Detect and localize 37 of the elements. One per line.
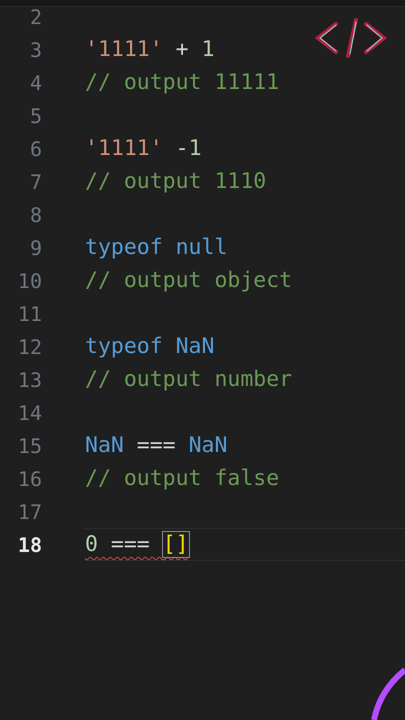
line-number: 17	[16, 500, 42, 524]
line-number: 14	[16, 400, 42, 424]
line-number: 10	[16, 268, 42, 292]
code-keyword: NaN	[85, 433, 124, 458]
code-operator: +	[174, 37, 190, 62]
code-comment: // output object	[85, 268, 292, 293]
code-keyword: typeof NaN	[85, 334, 214, 359]
line-number: 11	[16, 302, 42, 326]
code-keyword: NaN	[188, 433, 228, 458]
code-comment: // output false	[85, 466, 280, 491]
code-operator: ===	[110, 532, 151, 557]
bracket-pair: []	[162, 532, 189, 557]
number-literal: 1	[188, 136, 202, 161]
string-literal: '1111'	[85, 37, 163, 62]
line-number: 16	[16, 466, 42, 490]
line-number: 4	[28, 70, 42, 94]
line-number: 13	[16, 368, 42, 392]
code-keyword: typeof null	[85, 235, 228, 260]
string-literal: '1111'	[85, 136, 163, 161]
line-number: 2	[28, 4, 42, 28]
line-number: 8	[28, 202, 42, 226]
code-operator: ===	[136, 433, 177, 458]
number-literal: 1	[202, 37, 214, 62]
line-number: 18	[16, 532, 42, 556]
line-number: 7	[28, 170, 42, 194]
number-literal: 0	[85, 532, 98, 557]
code-comment: // output 1110	[85, 169, 266, 194]
code-operator: -	[174, 136, 189, 161]
line-number: 5	[28, 104, 42, 128]
code-icon	[312, 16, 390, 58]
line-number: 12	[16, 334, 42, 358]
line-number: 9	[28, 236, 42, 260]
code-comment: // output 11111	[85, 70, 280, 95]
line-number: 6	[28, 136, 42, 160]
line-number: 3	[28, 38, 42, 62]
code-comment: // output number	[85, 367, 292, 392]
line-number: 15	[16, 434, 42, 458]
